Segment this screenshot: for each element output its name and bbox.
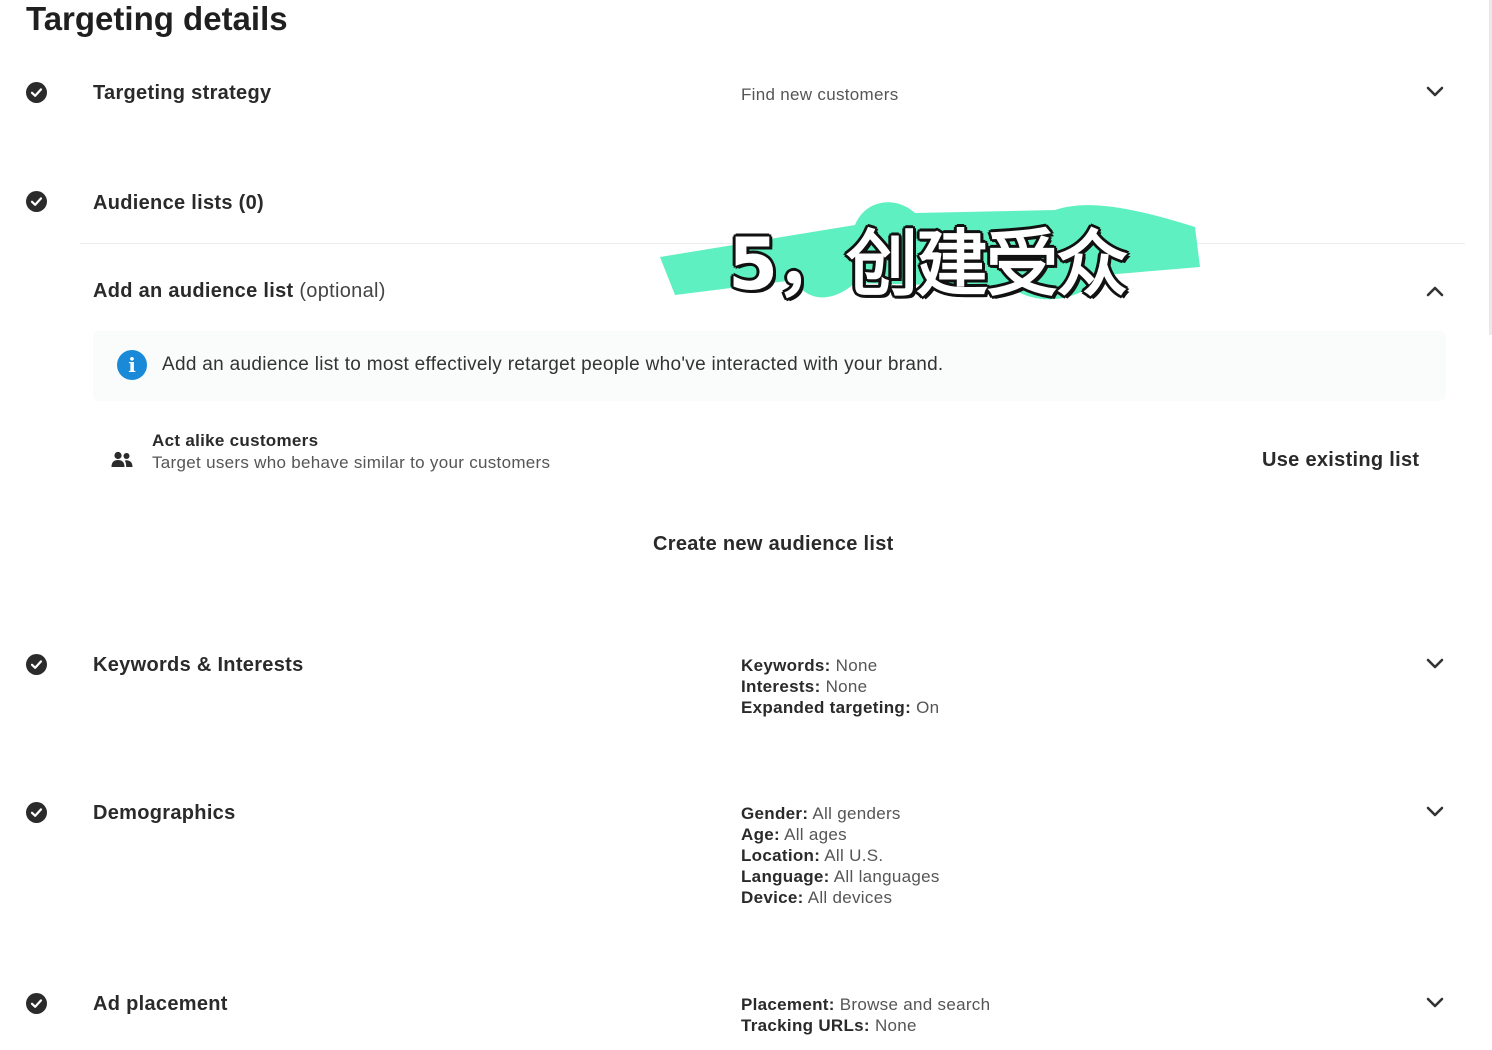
- act-alike-title: Act alike customers: [152, 431, 319, 450]
- ad-placement-title: Ad placement: [93, 993, 228, 1015]
- page-title: Targeting details: [26, 0, 288, 37]
- people-icon: [111, 451, 133, 474]
- demographics-title: Demographics: [93, 802, 236, 824]
- act-alike-description: Target users who behave similar to your …: [152, 453, 551, 472]
- use-existing-list-button[interactable]: Use existing list: [1262, 449, 1419, 472]
- info-icon: i: [117, 350, 147, 380]
- summary-row: Tracking URLs: None: [741, 1016, 917, 1035]
- chevron-up-icon[interactable]: [1425, 281, 1445, 301]
- chevron-down-icon[interactable]: [1425, 654, 1445, 674]
- check-circle-icon: [26, 802, 47, 823]
- demographics-summary: Gender: All genders Age: All ages Locati…: [741, 803, 940, 908]
- summary-row: Gender: All genders: [741, 804, 901, 823]
- chevron-down-icon[interactable]: [1425, 82, 1445, 102]
- optional-label: (optional): [299, 280, 386, 302]
- targeting-strategy-title: Targeting strategy: [93, 82, 272, 104]
- keywords-interests-title: Keywords & Interests: [93, 654, 304, 676]
- check-circle-icon: [26, 654, 47, 675]
- chevron-down-icon[interactable]: [1425, 802, 1445, 822]
- create-new-audience-list-button[interactable]: Create new audience list: [653, 533, 894, 556]
- keywords-summary: Keywords: None Interests: None Expanded …: [741, 655, 939, 718]
- check-circle-icon: [26, 82, 47, 103]
- summary-row: Placement: Browse and search: [741, 995, 991, 1014]
- check-circle-icon: [26, 191, 47, 212]
- audience-lists-title: Audience lists (0): [93, 192, 264, 214]
- chevron-down-icon[interactable]: [1425, 993, 1445, 1013]
- summary-row: Language: All languages: [741, 867, 940, 886]
- summary-row: Expanded targeting: On: [741, 698, 940, 717]
- ad-placement-summary: Placement: Browse and search Tracking UR…: [741, 994, 990, 1036]
- targeting-strategy-summary: Find new customers: [741, 85, 899, 104]
- summary-row: Interests: None: [741, 677, 868, 696]
- check-circle-icon: [26, 993, 47, 1014]
- summary-row: Age: All ages: [741, 825, 847, 844]
- summary-row: Keywords: None: [741, 656, 878, 675]
- add-audience-list-header[interactable]: Add an audience list (optional): [93, 280, 386, 303]
- add-audience-list-title: Add an audience list: [93, 280, 294, 302]
- summary-row: Location: All U.S.: [741, 846, 884, 865]
- caption-text: 5，创建受众: [728, 222, 1128, 306]
- summary-row: Device: All devices: [741, 888, 893, 907]
- info-text: Add an audience list to most effectively…: [162, 354, 944, 375]
